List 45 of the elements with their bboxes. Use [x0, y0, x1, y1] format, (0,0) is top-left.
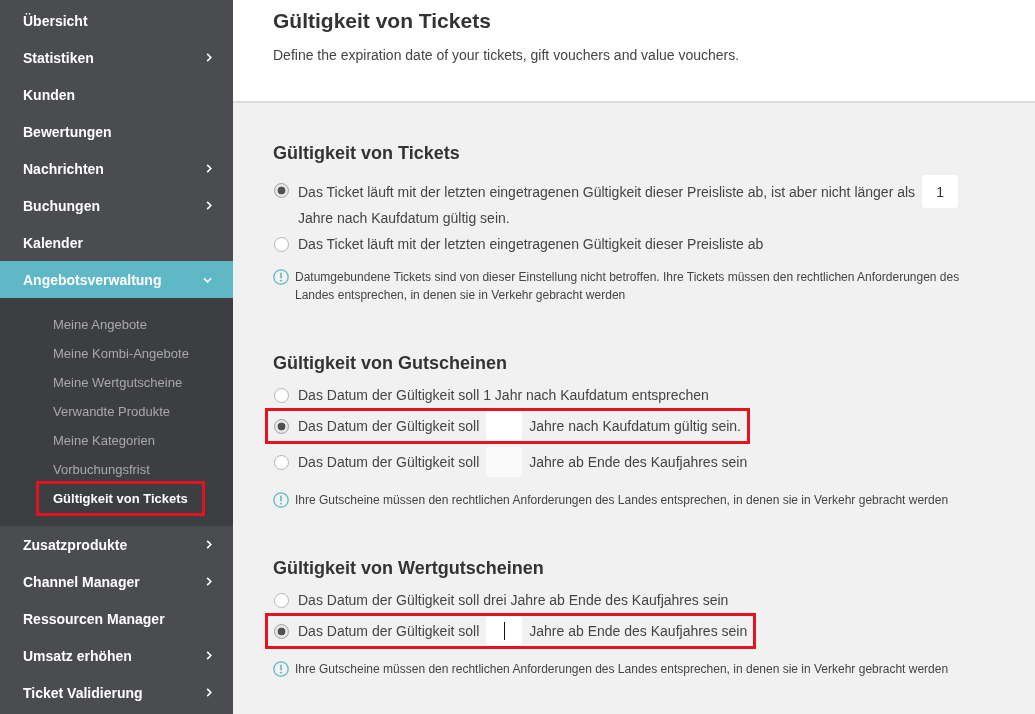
option-label: Das Ticket läuft mit der letzten eingetragenen Gültigkeit dieser Preisliste ab, ist aber nicht länger als [298, 182, 916, 202]
exclamation-circle-icon [273, 661, 289, 677]
sidebar-item[interactable]: Ressourcen Manager [0, 600, 233, 637]
option-label: Das Datum der Gültigkeit soll [298, 622, 480, 641]
sidebar-item[interactable]: Zusatzprodukte [0, 526, 233, 563]
sidebar-item[interactable]: Kalender [0, 224, 233, 261]
exclamation-circle-icon [273, 269, 289, 285]
sidebar-item[interactable]: Umsatz erhöhen [0, 637, 233, 674]
sidebar-item[interactable]: Übersicht [0, 2, 233, 39]
radio-button[interactable] [274, 593, 289, 608]
option-label: Das Datum der Gültigkeit soll drei Jahre ab Ende des Kaufjahres sein [298, 591, 729, 610]
page-subtitle: Define the expiration date of your tickets, gift vouchers and value vouchers. [273, 46, 741, 65]
radio-button[interactable] [274, 624, 289, 639]
sidebar-item[interactable]: Buchungen [0, 187, 233, 224]
sidebar-item[interactable]: Statistiken [0, 39, 233, 76]
radio-button[interactable] [274, 455, 289, 470]
option-label: Jahre nach Kaufdatum gültig sein. [298, 209, 510, 228]
sidebar-item[interactable]: Bewertungen [0, 113, 233, 150]
option-label: Das Datum der Gültigkeit soll 1 Jahr nach Kaufdatum entsprechen [298, 386, 709, 405]
exclamation-circle-icon [273, 492, 289, 508]
sidebar-item[interactable]: Nachrichten [0, 150, 233, 187]
section-heading: Gültigkeit von Gutscheinen [273, 352, 509, 375]
submenu-item[interactable]: Gültigkeit von Tickets [36, 481, 205, 516]
option-label: Jahre ab Ende des Kaufjahres sein [529, 622, 748, 641]
radio-button[interactable] [274, 237, 289, 252]
radio-button[interactable] [274, 183, 289, 198]
radio-button[interactable] [274, 419, 289, 434]
note-text: Datumgebundene Tickets sind von dieser Einstellung nicht betroffen. Ihre Tickets müssen den rechtlichen Anforderungen des Landes entsprechen, in denen sie in Verkehr gebracht werden [295, 269, 961, 304]
option-label: Jahre ab Ende des Kaufjahres sein [529, 453, 748, 472]
input-field[interactable] [486, 411, 523, 441]
sidebar-item[interactable]: Kunden [0, 76, 233, 113]
radio-button[interactable] [274, 388, 289, 403]
input-field[interactable]: 1 [922, 175, 959, 208]
option-label: Jahre nach Kaufdatum gültig sein. [529, 417, 741, 436]
option-label: Das Datum der Gültigkeit soll [298, 453, 480, 472]
sidebar-item[interactable]: Ticket Validierung [0, 674, 233, 711]
section-heading: Gültigkeit von Tickets [273, 142, 461, 165]
note-text: Ihre Gutscheine müssen den rechtlichen Anforderungen des Landes entsprechen, in denen sie in Verkehr gebracht werden [295, 492, 950, 509]
section-heading: Gültigkeit von Wertgutscheinen [273, 557, 545, 580]
note-text: Ihre Gutscheine müssen den rechtlichen Anforderungen des Landes entsprechen, in denen sie in Verkehr gebracht werden [295, 661, 950, 678]
option-label: Das Datum der Gültigkeit soll [298, 417, 480, 436]
option-label: Das Ticket läuft mit der letzten eingetragenen Gültigkeit dieser Preisliste ab [298, 235, 764, 254]
input-field[interactable] [486, 616, 523, 646]
page-title: Gültigkeit von Tickets [273, 9, 492, 33]
sidebar-item[interactable]: Channel Manager [0, 563, 233, 600]
